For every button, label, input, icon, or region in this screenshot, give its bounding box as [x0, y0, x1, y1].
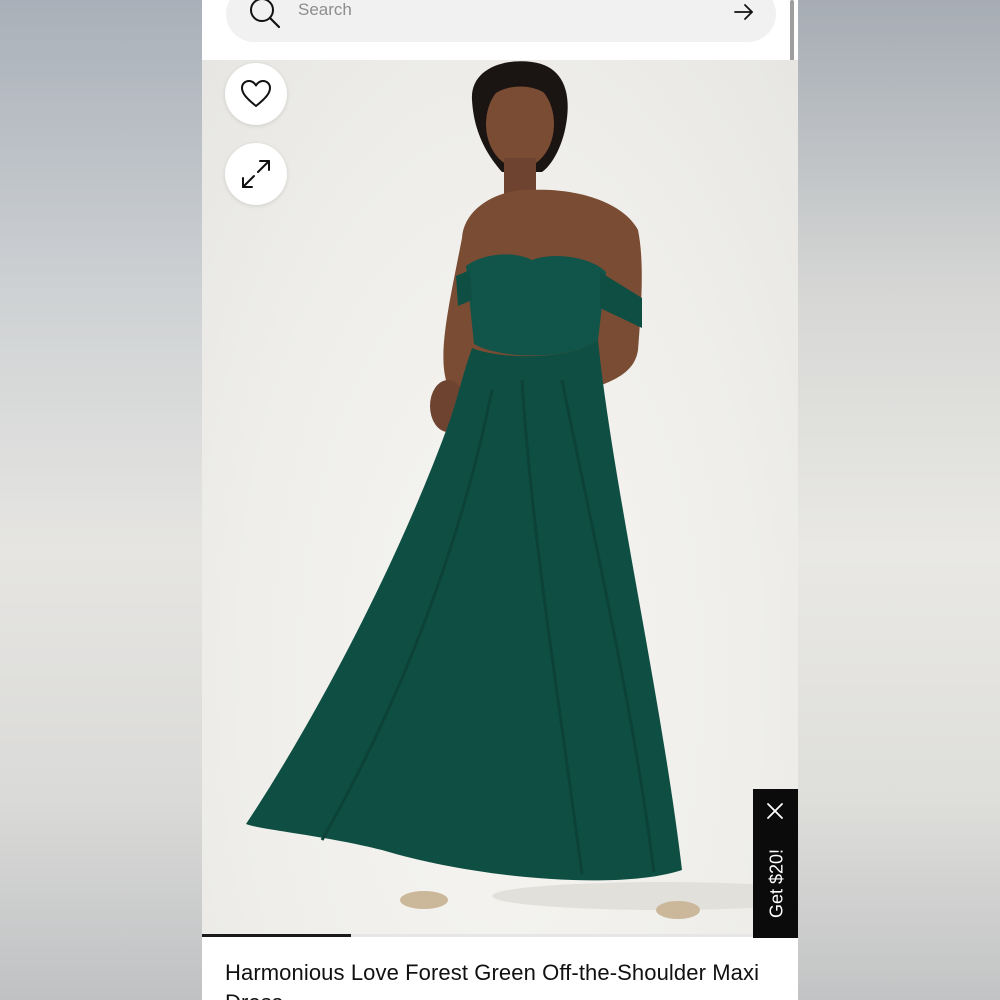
- expand-image-button[interactable]: [225, 143, 287, 205]
- background-right: [798, 0, 1000, 1000]
- search-icon: [250, 0, 281, 29]
- expand-icon: [242, 160, 270, 188]
- promo-tab[interactable]: Get $20!: [753, 789, 798, 938]
- product-photo: [246, 61, 798, 919]
- favorite-button[interactable]: [225, 63, 287, 125]
- product-image[interactable]: [202, 60, 798, 936]
- gallery-progress-fill: [202, 934, 351, 937]
- search-input[interactable]: Search: [298, 0, 352, 20]
- gallery-progress: [202, 934, 798, 937]
- close-icon[interactable]: [765, 801, 785, 821]
- heart-icon: [241, 80, 271, 107]
- search-bar[interactable]: Search: [226, 0, 776, 42]
- phone-screen: Search Get $20! Harmonious Love Forest G…: [202, 0, 798, 1000]
- product-title: Harmonious Love Forest Green Off-the-Sho…: [225, 960, 760, 1000]
- promo-label[interactable]: Get $20!: [767, 834, 788, 934]
- background-left: [0, 0, 202, 1000]
- arrow-right-icon[interactable]: [732, 0, 756, 24]
